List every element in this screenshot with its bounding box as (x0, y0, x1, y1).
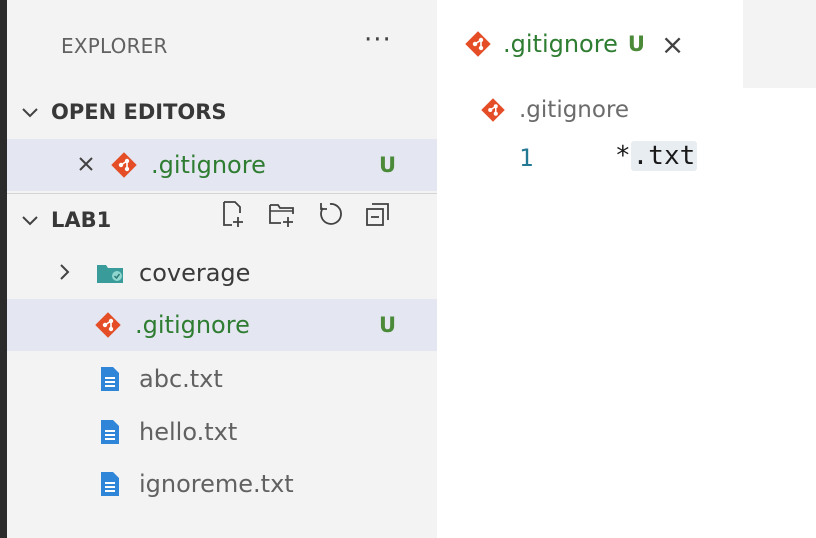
tree-item-coverage[interactable]: coverage (7, 247, 437, 299)
git-icon (465, 31, 491, 57)
tab-bar: .gitignore U × (437, 0, 816, 88)
new-file-icon[interactable] (219, 199, 249, 229)
collapse-all-icon[interactable] (363, 199, 393, 229)
breadcrumb[interactable]: .gitignore (481, 97, 629, 123)
untracked-badge: U (379, 313, 397, 337)
open-editors-section-header[interactable]: OPEN EDITORS (7, 87, 437, 137)
tree-item-gitignore[interactable]: .gitignore U (7, 299, 437, 351)
git-icon (481, 98, 505, 122)
tree-item-label: .gitignore (135, 311, 250, 339)
tree-item-abc[interactable]: abc.txt (7, 353, 437, 405)
workspace-title: LAB1 (51, 208, 112, 232)
new-folder-icon[interactable] (267, 199, 297, 229)
workspace-actions (219, 199, 393, 229)
refresh-icon[interactable] (315, 199, 345, 229)
file-icon (99, 419, 121, 445)
tree-item-label: coverage (139, 259, 251, 287)
editor-area: .gitignore U × .gitignore 1 *.txt (437, 0, 816, 538)
chevron-down-icon (21, 100, 43, 125)
open-editor-item-gitignore[interactable]: .gitignore U (7, 139, 437, 191)
more-actions-button[interactable]: ··· (364, 25, 392, 55)
git-icon (111, 152, 137, 178)
code-prefix: * (615, 141, 631, 171)
code-highlight: .txt (630, 141, 698, 171)
untracked-badge: U (627, 32, 645, 56)
explorer-sidebar: EXPLORER ··· OPEN EDITORS .gitignore U L… (7, 0, 437, 538)
code-line[interactable]: *.txt (615, 141, 698, 171)
line-number: 1 (519, 144, 534, 172)
file-icon (99, 366, 121, 392)
tree-item-label: hello.txt (139, 418, 238, 446)
window-left-border (0, 0, 7, 538)
tree-item-label: abc.txt (139, 365, 223, 393)
file-icon (99, 471, 121, 497)
tab-gitignore[interactable]: .gitignore U × (437, 0, 743, 88)
close-tab-icon[interactable]: × (661, 28, 684, 61)
breadcrumb-label: .gitignore (519, 97, 630, 123)
folder-icon (95, 261, 125, 285)
chevron-right-icon (59, 259, 79, 287)
tree-item-ignoreme[interactable]: ignoreme.txt (7, 458, 437, 510)
tree-item-hello[interactable]: hello.txt (7, 406, 437, 458)
explorer-title: EXPLORER (61, 34, 168, 58)
tab-label: .gitignore (503, 30, 618, 58)
close-icon[interactable] (77, 151, 99, 179)
untracked-badge: U (379, 153, 397, 177)
tree-item-label: ignoreme.txt (139, 470, 294, 498)
open-editors-title: OPEN EDITORS (51, 100, 227, 124)
open-editor-label: .gitignore (151, 151, 266, 179)
section-divider (7, 193, 437, 194)
chevron-down-icon (21, 208, 43, 233)
git-icon (95, 312, 121, 338)
